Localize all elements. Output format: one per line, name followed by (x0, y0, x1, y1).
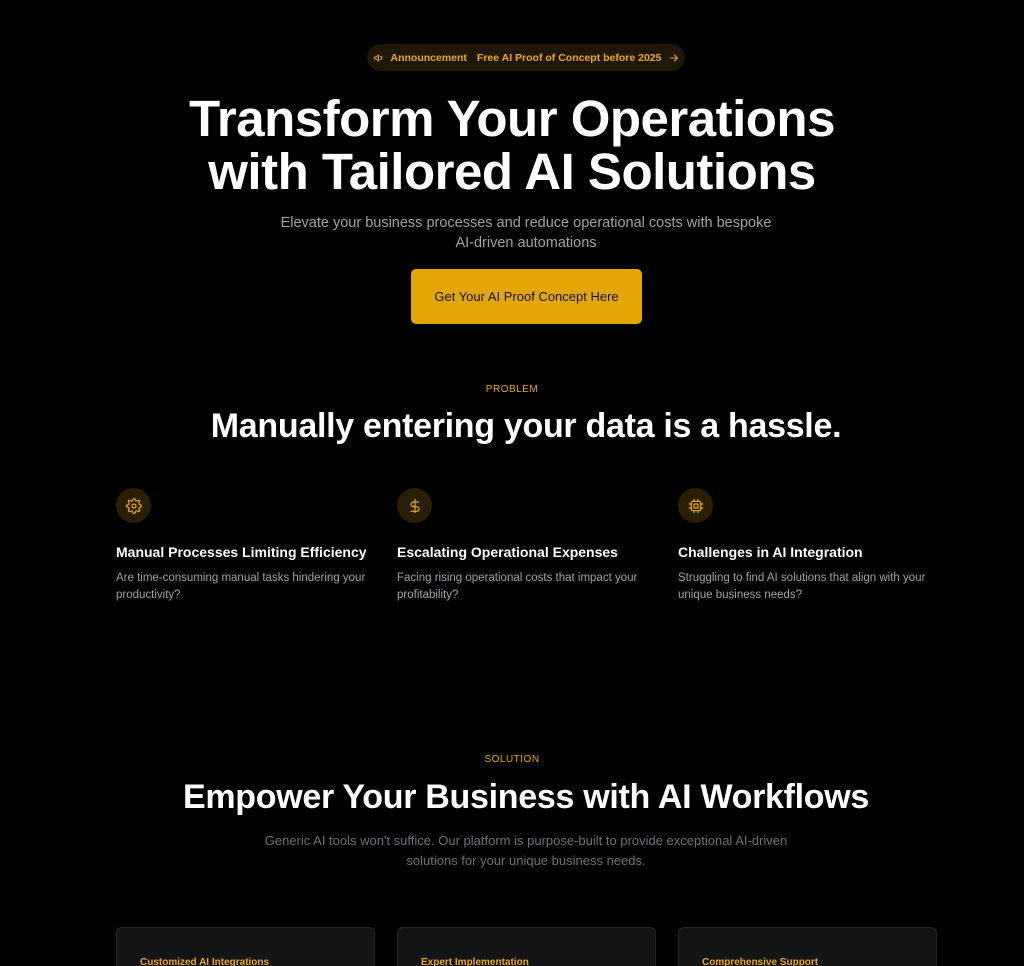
solution-card-comprehensive-support: Comprehensive Support (678, 927, 937, 966)
hero-subtitle: Elevate your business processes and redu… (262, 213, 790, 253)
problem-item-text: Are time-consuming manual tasks hinderin… (116, 572, 366, 601)
problem-icon-badge (397, 488, 432, 523)
solution-subtitle-line1: Generic AI tools won't suffice. Our plat… (264, 833, 788, 848)
solution-card-title: Comprehensive Support (702, 957, 819, 966)
announcement-pill[interactable]: Announcement Free AI Proof of Concept be… (367, 44, 685, 71)
problem-item-text: Facing rising operational costs that imp… (397, 572, 638, 601)
solution-card-title: Expert Implementation (421, 957, 529, 966)
solution-eyebrow: SOLUTION (484, 754, 540, 765)
megaphone-icon (373, 54, 382, 61)
problem-item-title: Challenges in AI Integration (678, 544, 863, 560)
solution-card-expert-implementation: Expert Implementation (397, 927, 656, 966)
problem-item-title: Manual Processes Limiting Efficiency (116, 544, 367, 560)
solution-card-customized-integrations: Customized AI Integrations (116, 927, 375, 966)
solution-subtitle: Generic AI tools won't suffice. Our plat… (252, 831, 800, 871)
hero-title-line2: with Tailored AI Solutions (208, 143, 816, 200)
solution-title: Empower Your Business with AI Workflows (182, 778, 870, 816)
problem-item-title: Escalating Operational Expenses (397, 544, 618, 560)
solution-subtitle-line2: solutions for your unique business needs… (406, 853, 646, 868)
problem-title: Manually entering your data is a hassle. (210, 407, 842, 445)
problem-icon-badge (678, 488, 713, 523)
problem-item-text: Struggling to find AI solutions that ali… (678, 572, 926, 601)
hero-title-line1: Transform Your Operations (189, 90, 835, 147)
solution-card-title: Customized AI Integrations (140, 957, 270, 966)
chip-icon (688, 498, 703, 513)
problem-eyebrow: PROBLEM (485, 384, 539, 395)
hero-subtitle-line1: Elevate your business processes and redu… (280, 215, 772, 231)
announcement-text: Free AI Proof of Concept before 2025 (476, 51, 662, 64)
hero-title: Transform Your Operations with Tailored … (0, 92, 1024, 198)
problem-item-manual-processes: Manual Processes Limiting Efficiency Are… (116, 488, 386, 604)
problem-icon-badge (116, 488, 151, 523)
gear-icon (125, 497, 142, 514)
arrow-right-icon (669, 54, 678, 61)
hero-subtitle-line2: AI-driven automations (455, 235, 597, 251)
problem-item-ai-integration: Challenges in AI Integration Struggling … (678, 488, 948, 604)
get-proof-of-concept-button[interactable]: Get Your AI Proof Concept Here (411, 269, 642, 324)
problem-item-operational-expenses: Escalating Operational Expenses Facing r… (397, 488, 667, 604)
announcement-label: Announcement (390, 51, 467, 64)
dollar-icon (409, 498, 420, 513)
